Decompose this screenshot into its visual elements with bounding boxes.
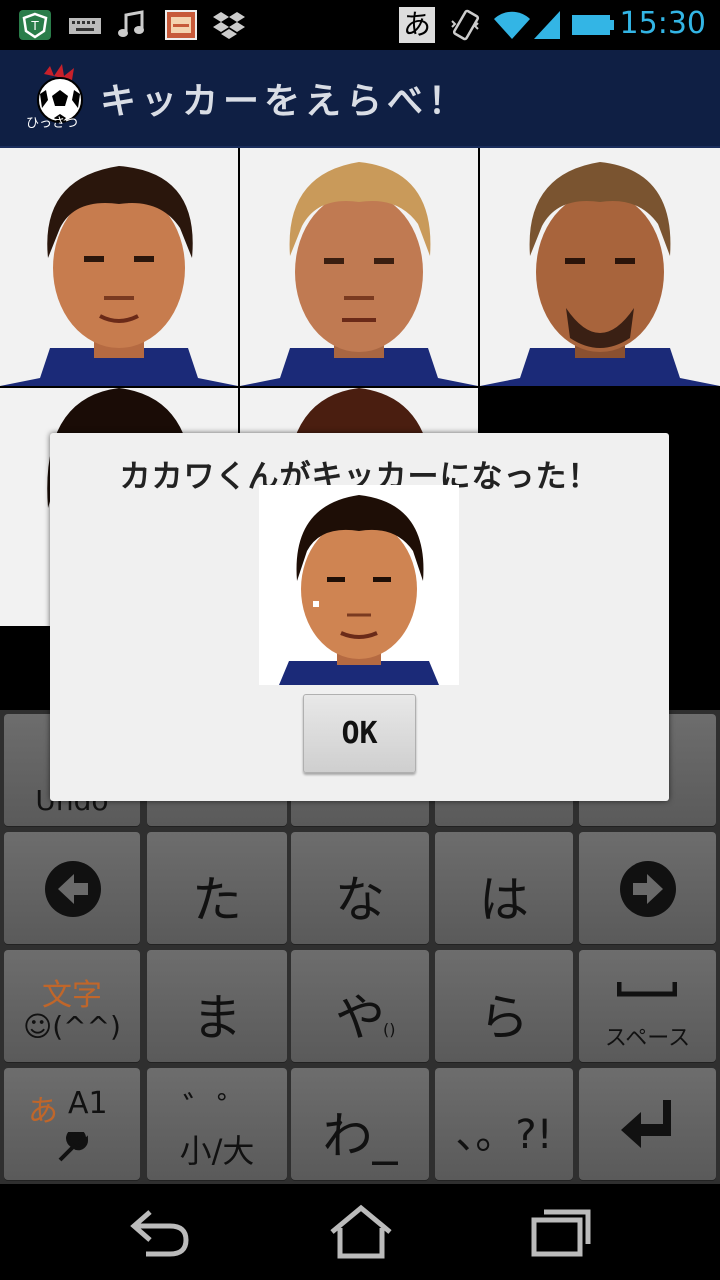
enter-key[interactable] bbox=[579, 1068, 716, 1180]
key-ya[interactable]: や () bbox=[291, 950, 429, 1062]
key-ha-label: は bbox=[479, 871, 529, 929]
kicker-selected-dialog: カカワくんがキッカーになった！ OK bbox=[50, 433, 669, 801]
mode-alpha-label: A1 bbox=[68, 1086, 108, 1121]
app-bar: ひっさつ キッカーをえらべ！ bbox=[0, 50, 720, 148]
player-portrait-3 bbox=[480, 148, 720, 386]
ok-button[interactable]: OK bbox=[303, 694, 416, 773]
key-wa-label: わ_ bbox=[322, 1107, 398, 1165]
recent-apps-icon[interactable] bbox=[526, 1202, 596, 1262]
key-ta-label: た bbox=[192, 871, 242, 929]
image-viewer-icon bbox=[165, 10, 197, 40]
small-large-label: 小/大 bbox=[179, 1132, 255, 1170]
key-ma-label: ま bbox=[192, 989, 242, 1047]
key-wa[interactable]: わ_ bbox=[291, 1068, 429, 1180]
ime-indicator: あ bbox=[399, 7, 435, 43]
player-portrait-1 bbox=[0, 148, 238, 386]
vibrate-icon bbox=[451, 9, 480, 41]
selected-player-image bbox=[259, 485, 459, 685]
battery-icon bbox=[572, 15, 614, 35]
key-ra-label: ら bbox=[479, 989, 529, 1047]
key-ma[interactable]: ま bbox=[147, 950, 287, 1062]
cursor-right-key[interactable] bbox=[579, 832, 716, 944]
punctuation-key[interactable]: 、。?! bbox=[435, 1068, 573, 1180]
dakuten-key[interactable]: ゛゜ 小/大 bbox=[147, 1068, 287, 1180]
key-ya-sub: () bbox=[383, 1020, 396, 1039]
back-icon[interactable] bbox=[124, 1202, 194, 1262]
key-ha[interactable]: は bbox=[435, 832, 573, 944]
wrench-icon bbox=[58, 1132, 88, 1162]
arrow-right-icon bbox=[620, 861, 676, 917]
mode-char-label: 文字 bbox=[42, 978, 102, 1013]
key-ta[interactable]: た bbox=[147, 832, 287, 944]
key-na[interactable]: な bbox=[291, 832, 429, 944]
key-na-label: な bbox=[335, 871, 385, 929]
space-label: スペース bbox=[604, 1026, 691, 1051]
app-title: キッカーをえらべ！ bbox=[100, 81, 470, 122]
logo-caption: ひっさつ bbox=[26, 116, 79, 131]
enter-icon bbox=[621, 1100, 671, 1148]
dakuten-label: ゛゜ bbox=[183, 1090, 251, 1130]
dropbox-icon bbox=[213, 12, 245, 39]
key-ra[interactable]: ら bbox=[435, 950, 573, 1062]
selected-player-portrait bbox=[259, 485, 459, 685]
wifi-icon bbox=[494, 11, 530, 39]
signal-icon bbox=[534, 11, 560, 39]
status-time: 15:30 bbox=[619, 6, 706, 41]
space-icon bbox=[617, 982, 677, 997]
cursor-left-key[interactable] bbox=[4, 832, 140, 944]
player-portrait-2 bbox=[240, 148, 478, 386]
mode-kana-label: あ bbox=[28, 1094, 58, 1129]
input-mode-key[interactable]: あ A1 bbox=[4, 1068, 140, 1180]
player-card-1[interactable] bbox=[0, 148, 238, 386]
player-card-2[interactable] bbox=[240, 148, 478, 386]
space-key[interactable]: スペース bbox=[579, 950, 716, 1062]
navigation-bar bbox=[0, 1184, 720, 1280]
emoji-mode-key[interactable]: 文字 ☺(^^) bbox=[4, 950, 140, 1062]
music-note-icon bbox=[118, 10, 144, 37]
shield-app-icon: T bbox=[19, 10, 51, 40]
arrow-left-icon bbox=[45, 861, 101, 917]
punctuation-label: 、。?! bbox=[455, 1112, 553, 1158]
keyboard-icon bbox=[69, 18, 101, 34]
status-bar: T あ 15:30 bbox=[0, 0, 720, 50]
player-card-3[interactable] bbox=[480, 148, 720, 386]
emoticon-label: ☺(^^) bbox=[23, 1010, 121, 1043]
home-icon[interactable] bbox=[326, 1202, 396, 1262]
key-ya-label: や bbox=[335, 989, 385, 1047]
svg-text:T: T bbox=[30, 19, 39, 33]
